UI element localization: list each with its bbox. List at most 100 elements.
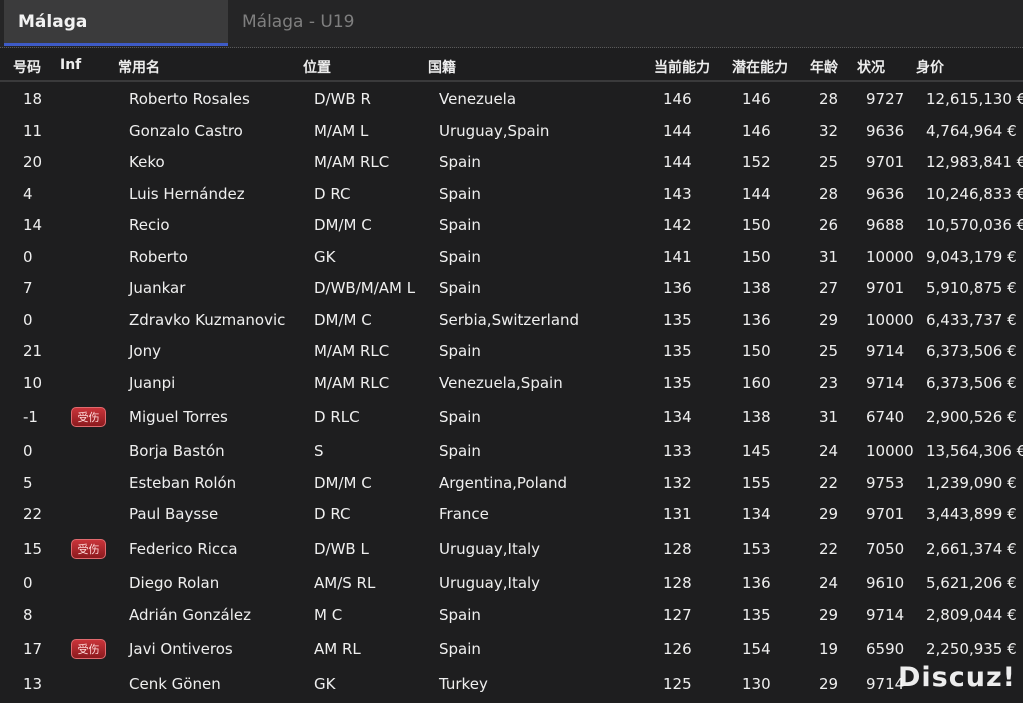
player-position: M/AM RLC (314, 153, 390, 171)
table-row[interactable]: 0 Zdravko Kuzmanovic DM/M C Serbia,Switzerl… (0, 305, 1023, 335)
player-name: Javi Ontiveros (129, 640, 233, 658)
player-position: S (314, 442, 324, 460)
player-value: 5,910,875 € (926, 279, 1017, 297)
player-name: Borja Bastón (129, 442, 225, 460)
player-name: Roberto Rosales (129, 90, 250, 108)
player-nationality: Spain (439, 153, 481, 171)
table-row[interactable]: 4 Luis Hernández D RC Spain 143 144 28 9636 10,2… (0, 179, 1023, 209)
table-row[interactable]: 0 Diego Rolan AM/S RL Uruguay,Italy 128 136 24… (0, 568, 1023, 598)
header-current-ability[interactable]: 当前能力 (654, 57, 710, 77)
header-condition[interactable]: 状况 (857, 57, 885, 77)
player-number: 18 (23, 90, 43, 108)
table-row[interactable]: 10 Juanpi M/AM RLC Venezuela,Spain 135 160 23 9… (0, 368, 1023, 398)
player-potential-ability: 150 (742, 248, 771, 266)
player-value: 10,246,833 € (926, 185, 1023, 203)
player-age: 29 (819, 311, 839, 329)
injury-badge[interactable]: 受伤 (71, 539, 106, 559)
player-current-ability: 126 (663, 640, 692, 658)
player-position: D RC (314, 505, 351, 523)
player-number: -1 (23, 408, 38, 426)
table-row[interactable]: 17 Javi Ontiveros AM RL Spain 126 154 19 6590 2,… (0, 634, 1023, 664)
player-nationality: Uruguay,Spain (439, 122, 550, 140)
player-condition: 9701 (866, 153, 905, 171)
tab-malaga[interactable]: Málaga (4, 0, 228, 46)
player-potential-ability: 154 (742, 640, 771, 658)
player-potential-ability: 153 (742, 540, 771, 558)
player-position: D/WB/M/AM L (314, 279, 416, 297)
player-value: 10,570,036 € (926, 216, 1023, 234)
player-name: Gonzalo Castro (129, 122, 243, 140)
header-nationality[interactable]: 国籍 (428, 57, 456, 77)
table-row[interactable]: 8 Adrián González M C Spain 127 135 29 9714 2,80… (0, 600, 1023, 630)
header-inf[interactable]: Inf (60, 57, 81, 73)
player-name: Diego Rolan (129, 574, 220, 592)
player-condition: 6740 (866, 408, 905, 426)
table-row[interactable]: 13 Cenk Gönen GK Turkey 125 130 29 9714 (0, 669, 1023, 699)
player-number: 17 (23, 640, 43, 658)
player-number: 20 (23, 153, 43, 171)
player-potential-ability: 135 (742, 606, 771, 624)
injury-badge[interactable]: 受伤 (71, 639, 106, 659)
player-position: GK (314, 675, 336, 693)
player-nationality: Uruguay,Italy (439, 574, 541, 592)
player-potential-ability: 138 (742, 279, 771, 297)
player-position: AM RL (314, 640, 361, 658)
player-number: 0 (23, 442, 33, 460)
player-name: Roberto (129, 248, 188, 266)
table-row[interactable]: 15 Federico Ricca D/WB L Uruguay,Italy 128 15… (0, 534, 1023, 564)
player-value: 2,809,044 € (926, 606, 1017, 624)
table-row[interactable]: 7 Juankar D/WB/M/AM L Spain 136 138 27 9701 5,91… (0, 273, 1023, 303)
player-potential-ability: 145 (742, 442, 771, 460)
header-potential-ability[interactable]: 潜在能力 (732, 57, 788, 77)
player-age: 22 (819, 540, 839, 558)
injury-badge[interactable]: 受伤 (71, 407, 106, 427)
player-position: DM/M C (314, 311, 372, 329)
table-row[interactable]: 14 Recio DM/M C Spain 142 150 26 9688 10,570,036… (0, 210, 1023, 240)
table-row[interactable]: 0 Roberto GK Spain 141 150 31 10000 9,043,179 € (0, 242, 1023, 272)
table-row[interactable]: 11 Gonzalo Castro M/AM L Uruguay,Spain 144 14… (0, 116, 1023, 146)
player-current-ability: 135 (663, 342, 692, 360)
player-age: 29 (819, 606, 839, 624)
player-age: 25 (819, 342, 839, 360)
tab-malaga-u19[interactable]: Málaga - U19 (228, 0, 428, 44)
player-age: 29 (819, 675, 839, 693)
player-value: 6,433,737 € (926, 311, 1017, 329)
player-age: 32 (819, 122, 839, 140)
table-row[interactable]: 21 Jony M/AM RLC Spain 135 150 25 9714 6,373,506… (0, 336, 1023, 366)
player-potential-ability: 146 (742, 90, 771, 108)
player-age: 24 (819, 442, 839, 460)
player-potential-ability: 150 (742, 216, 771, 234)
table-row[interactable]: 18 Roberto Rosales D/WB R Venezuela 146 146 28… (0, 84, 1023, 114)
player-nationality: Spain (439, 216, 481, 234)
header-value[interactable]: 身价 (916, 57, 944, 77)
player-name: Federico Ricca (129, 540, 238, 558)
player-position: M/AM RLC (314, 374, 390, 392)
player-name: Zdravko Kuzmanovic (129, 311, 286, 329)
header-name[interactable]: 常用名 (118, 57, 160, 77)
player-value: 12,615,130 € (926, 90, 1023, 108)
player-nationality: Uruguay,Italy (439, 540, 541, 558)
table-row[interactable]: 0 Borja Bastón S Spain 133 145 24 10000 13,564,3… (0, 436, 1023, 466)
player-current-ability: 144 (663, 122, 692, 140)
player-name: Juanpi (129, 374, 176, 392)
player-current-ability: 144 (663, 153, 692, 171)
player-current-ability: 131 (663, 505, 692, 523)
player-position: M C (314, 606, 343, 624)
player-value: 4,764,964 € (926, 122, 1017, 140)
table-row[interactable]: 20 Keko M/AM RLC Spain 144 152 25 9701 12,983,84… (0, 147, 1023, 177)
table-row[interactable]: -1 Miguel Torres D RLC Spain 134 138 31 6740 2,9… (0, 402, 1023, 432)
player-name: Luis Hernández (129, 185, 245, 203)
table-row[interactable]: 22 Paul Baysse D RC France 131 134 29 9701 3,443… (0, 499, 1023, 529)
player-position: GK (314, 248, 336, 266)
player-condition: 9701 (866, 279, 905, 297)
player-position: DM/M C (314, 216, 372, 234)
header-age[interactable]: 年龄 (810, 57, 838, 77)
player-nationality: Turkey (439, 675, 488, 693)
player-position: D/WB L (314, 540, 369, 558)
player-condition: 9714 (866, 606, 905, 624)
header-position[interactable]: 位置 (303, 57, 331, 77)
header-number[interactable]: 号码 (13, 57, 41, 77)
player-condition: 9636 (866, 185, 905, 203)
player-condition: 9714 (866, 342, 905, 360)
table-row[interactable]: 5 Esteban Rolón DM/M C Argentina,Poland 132 1… (0, 468, 1023, 498)
